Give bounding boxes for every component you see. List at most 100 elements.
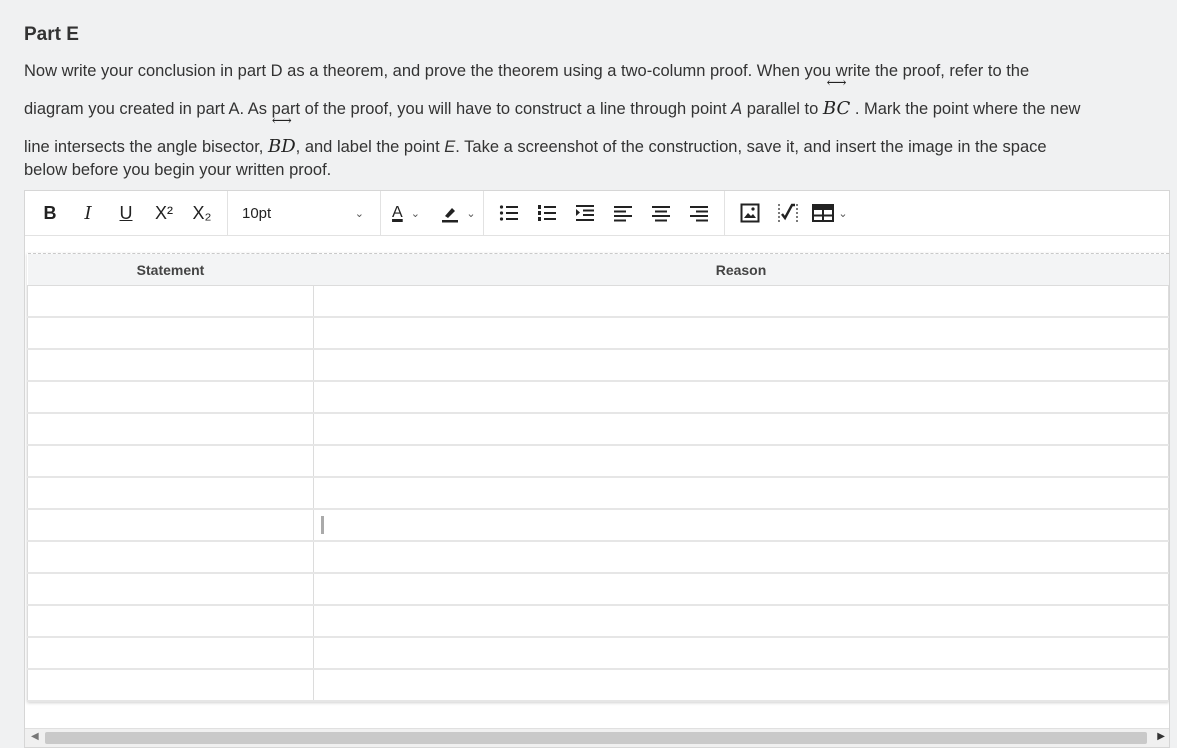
instruction-text: parallel to <box>742 100 823 118</box>
reason-cell[interactable] <box>313 604 1169 638</box>
table-row <box>27 636 1169 670</box>
indent-button[interactable] <box>566 197 604 229</box>
line-bd-notation: ⟷ BD <box>268 114 296 166</box>
underline-button[interactable]: U <box>107 197 145 229</box>
table-row <box>27 316 1169 350</box>
editor-content[interactable]: Statement Reason <box>27 253 1169 702</box>
table-icon <box>812 204 835 222</box>
subscript-button[interactable]: X₂ <box>183 197 221 229</box>
numbered-list-icon <box>538 205 556 221</box>
font-color-icon: A <box>392 204 403 221</box>
table-row <box>27 572 1169 606</box>
insert-image-button[interactable] <box>731 197 769 229</box>
statement-cell[interactable] <box>27 668 314 702</box>
instruction-line-2: diagram you created in part A. As part o… <box>24 76 1174 128</box>
align-left-button[interactable] <box>604 197 642 229</box>
math-label: BC <box>822 98 851 119</box>
instruction-text: line intersects the angle bisector, <box>24 138 268 156</box>
table-row <box>27 604 1169 638</box>
square-root-icon <box>778 203 798 222</box>
rich-text-editor[interactable]: B I U X² X₂ 10pt ⌄ A ⌄ ⌄ ⌄ Statement Rea… <box>24 190 1170 748</box>
format-group: B I U X² X₂ <box>25 191 228 235</box>
statement-cell[interactable] <box>27 412 314 446</box>
bold-button[interactable]: B <box>31 197 69 229</box>
align-left-icon <box>614 206 632 222</box>
numbered-list-button[interactable] <box>528 197 566 229</box>
reason-cell[interactable] <box>313 636 1169 670</box>
reason-cell[interactable] <box>313 476 1169 510</box>
reason-cell[interactable] <box>313 668 1169 702</box>
scroll-right-icon[interactable]: ▶ <box>1157 731 1165 742</box>
equation-button[interactable] <box>769 197 807 229</box>
part-title: Part E <box>24 24 79 45</box>
paragraph-group <box>484 191 725 235</box>
instruction-text: diagram you created in part A. As part o… <box>24 100 732 118</box>
statement-cell[interactable] <box>27 636 314 670</box>
bold-icon: B <box>43 202 57 223</box>
underline-icon: U <box>119 202 133 223</box>
editor-toolbar: B I U X² X₂ 10pt ⌄ A ⌄ ⌄ ⌄ <box>25 191 1169 236</box>
statement-cell[interactable] <box>27 348 314 382</box>
double-arrow-icon: ⟷ <box>826 75 847 91</box>
insert-group: ⌄ <box>725 191 859 235</box>
statement-cell[interactable] <box>27 508 314 542</box>
chevron-down-icon: ⌄ <box>466 207 476 220</box>
horizontal-scrollbar[interactable]: ◀ ▶ <box>25 728 1169 747</box>
italic-button[interactable]: I <box>69 197 107 229</box>
chevron-down-icon: ⌄ <box>838 207 848 220</box>
proof-table[interactable]: Statement Reason <box>27 253 1169 702</box>
scrollbar-thumb[interactable] <box>45 732 1147 744</box>
table-row <box>27 540 1169 574</box>
table-row <box>27 412 1169 446</box>
bullet-list-icon <box>499 205 518 221</box>
instruction-text: . Mark the point where the new <box>850 100 1081 118</box>
insert-table-button[interactable]: ⌄ <box>807 197 853 229</box>
bullet-list-button[interactable] <box>490 197 528 229</box>
reason-cell[interactable] <box>313 380 1169 414</box>
reason-header: Reason <box>313 253 1169 286</box>
reason-cell[interactable] <box>313 572 1169 606</box>
reason-cell[interactable] <box>313 316 1169 350</box>
reason-cell[interactable] <box>313 412 1169 446</box>
statement-cell[interactable] <box>27 540 314 574</box>
scroll-left-icon[interactable]: ◀ <box>31 731 39 742</box>
reason-cell[interactable] <box>313 508 1169 542</box>
line-bc-notation: ⟷ BC <box>822 76 851 128</box>
statement-cell[interactable] <box>27 572 314 606</box>
align-center-button[interactable] <box>642 197 680 229</box>
instruction-line-1: Now write your conclusion in part D as a… <box>24 62 1030 80</box>
statement-cell[interactable] <box>27 285 314 318</box>
statement-header: Statement <box>27 253 314 286</box>
statement-cell[interactable] <box>27 476 314 510</box>
highlighter-icon <box>442 208 459 223</box>
reason-cell[interactable] <box>313 285 1169 318</box>
highlight-color-button[interactable]: ⌄ <box>439 197 477 229</box>
statement-cell[interactable] <box>27 444 314 478</box>
reason-cell[interactable] <box>313 540 1169 574</box>
point-label: E <box>444 138 456 156</box>
table-body <box>27 285 1169 702</box>
align-right-button[interactable] <box>680 197 718 229</box>
subscript-icon: X₂ <box>192 202 212 223</box>
table-row <box>27 285 1169 318</box>
point-label: A <box>731 100 743 118</box>
font-color-button[interactable]: A ⌄ <box>387 197 425 229</box>
table-header-row: Statement Reason <box>27 253 1169 286</box>
table-row <box>27 444 1169 478</box>
reason-cell[interactable] <box>313 348 1169 382</box>
statement-cell[interactable] <box>27 604 314 638</box>
image-icon <box>740 203 760 223</box>
superscript-button[interactable]: X² <box>145 197 183 229</box>
font-size-select[interactable]: 10pt ⌄ <box>234 197 374 229</box>
table-row <box>27 668 1169 702</box>
statement-cell[interactable] <box>27 380 314 414</box>
statement-cell[interactable] <box>27 316 314 350</box>
align-center-icon <box>652 206 670 222</box>
italic-icon: I <box>84 202 92 224</box>
chevron-down-icon: ⌄ <box>410 207 420 220</box>
reason-cell[interactable] <box>313 444 1169 478</box>
instruction-text: , and label the point <box>295 138 445 156</box>
text-caret <box>321 515 324 534</box>
table-row <box>27 348 1169 382</box>
table-row <box>27 508 1169 542</box>
